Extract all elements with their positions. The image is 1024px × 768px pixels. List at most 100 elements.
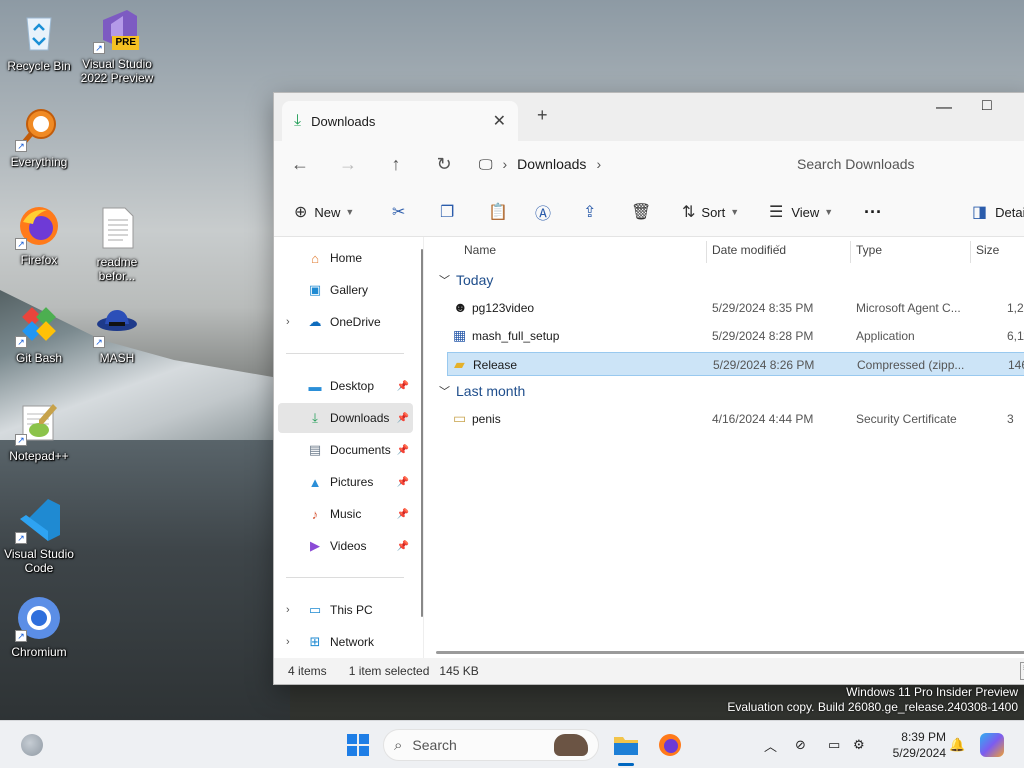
new-tab-icon[interactable]: + — [537, 105, 548, 126]
navigation-pane: ⌂ Home ▣ Gallery › ☁ OneDrive ▬ Desktop … — [274, 237, 424, 660]
desktop-icon-everything[interactable]: ↗ Everything — [0, 104, 78, 169]
file-type: Security Certificate — [856, 412, 957, 426]
nav-item-downloads[interactable]: ⤓ Downloads 📌 — [278, 403, 413, 433]
network-disconnected-icon[interactable]: ⊘ — [795, 721, 806, 768]
desktop-icon-vscode[interactable]: ↗ Visual Studio Code — [0, 496, 78, 575]
widgets-button[interactable] — [14, 721, 50, 768]
taskbar-search-input[interactable]: ⌕ Search — [383, 729, 599, 761]
view-button[interactable]: ☰ View ▼ — [769, 187, 833, 237]
nav-item-desktop[interactable]: ▬ Desktop 📌 — [278, 371, 413, 401]
file-row[interactable]: ▭ penis 4/16/2024 4:44 PM Security Certi… — [447, 407, 1024, 431]
wallpaper-lake — [0, 440, 290, 720]
clock-time: 8:39 PM — [901, 730, 946, 744]
refresh-icon[interactable]: ↻ — [420, 154, 468, 175]
nav-label: Videos — [330, 539, 367, 553]
breadcrumb[interactable]: 🖵 › Downloads › — [479, 147, 769, 181]
taskbar: ⌕ Search ︿ ⊘ ▭ ⚙ 8:39 PM 5/29/2024 🔔 — [0, 720, 1024, 768]
cloud-icon: ☁ — [308, 314, 322, 329]
nav-divider — [286, 577, 404, 578]
display-icon[interactable]: ▭ — [828, 721, 840, 768]
nav-item-this-pc[interactable]: › ▭ This PC — [278, 595, 413, 625]
download-arrow-icon: ⤓ — [294, 112, 302, 129]
details-view-toggle-icon[interactable]: ≡ — [1020, 662, 1024, 680]
delete-button[interactable]: 🗑 — [631, 187, 651, 237]
close-tab-icon[interactable]: ✕ — [493, 111, 506, 131]
file-name: pg123video — [472, 301, 535, 315]
up-arrow-icon[interactable]: ↑ — [372, 154, 420, 175]
taskbar-file-explorer[interactable] — [606, 721, 646, 768]
chevron-right-icon[interactable]: › — [286, 604, 290, 616]
nav-item-pictures[interactable]: ▲ Pictures 📌 — [278, 467, 413, 497]
breadcrumb-downloads[interactable]: Downloads — [517, 156, 586, 172]
nav-item-home[interactable]: ⌂ Home — [278, 243, 413, 273]
column-header-size[interactable]: Size — [976, 237, 999, 263]
tray-show-hidden-icon[interactable]: ︿ — [764, 721, 777, 768]
desktop-icon-recycle-bin[interactable]: Recycle Bin — [0, 8, 78, 73]
rename-button[interactable]: Ⓐ — [535, 187, 551, 237]
view-button-label: View — [791, 204, 820, 220]
desktop-icon-chromium[interactable]: ↗ Chromium — [0, 594, 78, 659]
file-row-selected[interactable]: ▰ Release 5/29/2024 8:26 PM Compressed (… — [447, 352, 1024, 376]
file-row[interactable]: ☻ pg123video 5/29/2024 8:35 PM Microsoft… — [447, 296, 1024, 320]
group-header-last-month[interactable]: ﹀ Last month — [439, 383, 525, 399]
volume-settings-icon[interactable]: ⚙ — [853, 721, 865, 768]
share-button[interactable]: ⇪ — [583, 187, 596, 237]
more-options-icon[interactable]: ··· — [864, 187, 882, 237]
command-bar: ⊕ New ▼ ✂ ❐ 📋 Ⓐ ⇪ 🗑 ⇅ Sort ▼ ☰ View ▼ ··… — [274, 187, 1024, 237]
desktop-icon-visual-studio-preview[interactable]: PRE ↗ Visual Studio 2022 Preview — [78, 6, 156, 85]
horizontal-scrollbar[interactable] — [436, 651, 1024, 654]
copilot-preview-icon[interactable] — [980, 721, 1004, 768]
nav-scrollbar[interactable] — [421, 249, 423, 617]
file-date: 5/29/2024 8:26 PM — [713, 358, 815, 372]
copy-icon: ❐ — [440, 204, 455, 221]
nav-item-music[interactable]: ♪ Music 📌 — [278, 499, 413, 529]
nav-item-network[interactable]: › ⊞ Network — [278, 627, 413, 657]
chevron-right-icon[interactable]: › — [286, 636, 290, 648]
search-highlight-otter-icon — [554, 734, 588, 756]
nav-divider — [286, 353, 404, 354]
nav-label: Network — [330, 635, 375, 649]
tab-downloads[interactable]: ⤓ Downloads ✕ — [282, 101, 518, 141]
group-header-today[interactable]: ﹀ Today — [439, 272, 493, 288]
desktop-icon-mash[interactable]: ↗ MASH — [78, 300, 156, 365]
column-separator[interactable] — [970, 241, 971, 263]
desktop-icon-git-bash[interactable]: ↗ Git Bash — [0, 300, 78, 365]
back-arrow-icon[interactable]: ← — [276, 154, 324, 175]
file-row[interactable]: ▦ mash_full_setup 5/29/2024 8:28 PM Appl… — [447, 324, 1024, 348]
watermark-line-1: Windows 11 Pro Insider Preview — [846, 685, 1018, 699]
file-type: Application — [856, 329, 915, 343]
search-input[interactable]: Search Downloads — [779, 147, 1024, 181]
sort-button[interactable]: ⇅ Sort ▼ — [682, 187, 739, 237]
nav-label: Downloads — [330, 411, 390, 425]
details-pane-button[interactable]: ◨ Detai — [972, 187, 1024, 237]
nav-item-documents[interactable]: ▤ Documents 📌 — [278, 435, 413, 465]
start-button[interactable] — [340, 721, 376, 768]
nav-item-gallery[interactable]: ▣ Gallery — [278, 275, 413, 305]
sort-icon: ⇅ — [682, 204, 696, 221]
desktop-icon-firefox[interactable]: ↗ Firefox — [0, 202, 78, 267]
copy-button[interactable]: ❐ — [440, 187, 454, 237]
notification-bell-icon[interactable]: 🔔 — [949, 721, 965, 768]
desktop-icon-readme[interactable]: readme befor... — [78, 204, 156, 283]
recycle-bin-icon — [15, 8, 63, 56]
taskbar-firefox[interactable] — [650, 721, 690, 768]
system-clock[interactable]: 8:39 PM 5/29/2024 — [880, 729, 946, 761]
music-icon: ♪ — [311, 506, 319, 522]
column-header-type[interactable]: Type — [856, 237, 882, 263]
forward-arrow-icon[interactable]: → — [324, 154, 372, 175]
maximize-icon[interactable]: □ — [982, 97, 992, 115]
watermark-line-2: Evaluation copy. Build 26080.ge_release.… — [727, 700, 1018, 714]
gallery-icon: ▣ — [308, 282, 322, 297]
nav-item-onedrive[interactable]: › ☁ OneDrive — [278, 307, 413, 337]
column-separator[interactable] — [706, 241, 707, 263]
new-button[interactable]: ⊕ New ▼ — [294, 187, 354, 237]
column-header-name[interactable]: Name — [464, 237, 496, 263]
minimize-icon[interactable]: — — [936, 99, 952, 117]
cut-button[interactable]: ✂ — [392, 187, 405, 237]
column-separator[interactable] — [850, 241, 851, 263]
desktop-icon-notepad-plus-plus[interactable]: ↗ Notepad++ — [0, 398, 78, 463]
chevron-right-icon[interactable]: › — [286, 316, 290, 328]
nav-item-videos[interactable]: ▶ Videos 📌 — [278, 531, 413, 561]
desktop-icon-label: Everything — [10, 155, 68, 169]
paste-button[interactable]: 📋 — [488, 187, 508, 237]
